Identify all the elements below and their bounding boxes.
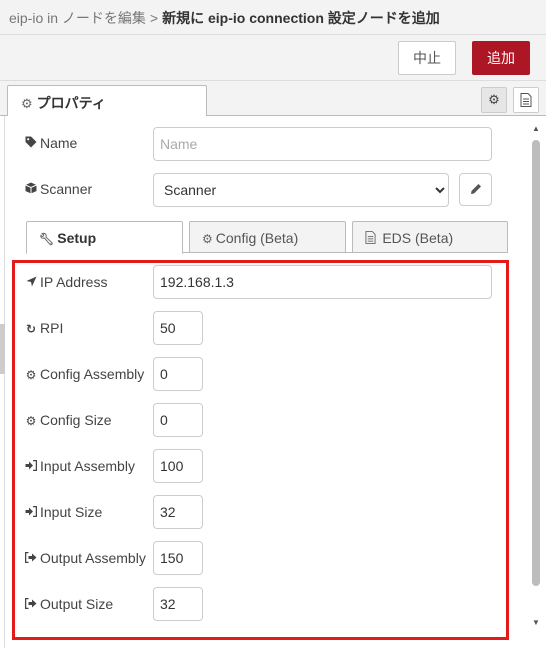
input-assembly-label-text: Input Assembly [40, 458, 135, 474]
cube-icon [24, 182, 38, 197]
output-size-label: Output Size [24, 596, 113, 612]
input-size-input[interactable] [153, 495, 203, 529]
connection-subtabs: 🔧︎ Setup ⚙ Config (Beta) EDS (Beta) [26, 221, 508, 254]
output-size-label-text: Output Size [40, 596, 114, 612]
scanner-select[interactable]: Scanner [153, 173, 449, 207]
ip-address-input[interactable] [153, 265, 492, 299]
document-icon [365, 231, 379, 246]
config-assembly-label-text: Config Assembly [40, 366, 145, 382]
scrollbar-thumb[interactable] [532, 140, 540, 586]
location-arrow-icon [24, 276, 38, 290]
action-bar: 中止 追加 [0, 35, 546, 81]
node-settings-tab-button[interactable]: ⚙ [481, 87, 507, 113]
sign-in-icon [24, 459, 38, 474]
document-icon [520, 93, 532, 107]
output-assembly-input[interactable] [153, 541, 203, 575]
output-assembly-label-text: Output Assembly [40, 550, 146, 566]
tab-properties-label: プロパティ [36, 95, 106, 111]
tab-config-beta[interactable]: ⚙ Config (Beta) [189, 221, 346, 253]
sidebar-resize-handle[interactable] [0, 324, 5, 374]
tag-icon [24, 136, 38, 151]
vertical-scrollbar[interactable]: ▲ ▼ [528, 116, 544, 648]
rpi-input[interactable] [153, 311, 203, 345]
tab-config-label: Config (Beta) [215, 230, 299, 246]
add-button[interactable]: 追加 [472, 41, 530, 75]
rpi-label-text: RPI [40, 320, 64, 336]
output-size-input[interactable] [153, 587, 203, 621]
gear-icon: ⚙ [21, 96, 33, 111]
config-size-label-text: Config Size [40, 412, 112, 428]
refresh-icon: ↻ [25, 322, 37, 336]
gear-icon: ⚙ [25, 368, 37, 382]
ip-address-label-text: IP Address [40, 274, 108, 290]
properties-panel: Name Scanner Scanner 🔧︎Setup ⚙Config (Be… [0, 116, 546, 648]
config-assembly-label: ⚙ Config Assembly [24, 366, 145, 382]
name-label: Name [24, 135, 77, 151]
rpi-label: ↻ RPI [24, 320, 63, 336]
tab-eds-label: EDS (Beta) [382, 230, 454, 246]
gear-icon: ⚙ [25, 414, 37, 428]
setup-highlight-frame [12, 260, 509, 640]
breadcrumb-separator: > [149, 10, 159, 26]
breadcrumb-current: 新規に eip-io connection 設定ノードを追加 [162, 10, 440, 26]
ip-address-label: IP Address [24, 274, 107, 290]
sign-out-icon [24, 597, 38, 612]
editor-title-bar: eip-io in ノードを編集 > 新規に eip-io connection 設… [0, 0, 546, 35]
sign-in-icon [24, 505, 38, 520]
edit-scanner-button[interactable] [459, 173, 492, 206]
config-size-label: ⚙ Config Size [24, 412, 112, 428]
input-assembly-input[interactable] [153, 449, 203, 483]
config-assembly-input[interactable] [153, 357, 203, 391]
tab-setup-label: Setup [57, 230, 97, 246]
sign-out-icon [24, 551, 38, 566]
wrench-icon: 🔧︎ [39, 232, 55, 246]
node-description-tab-button[interactable] [513, 87, 539, 113]
pencil-icon [470, 184, 481, 194]
name-input[interactable] [153, 127, 492, 161]
tab-setup[interactable]: 🔧︎ Setup [26, 221, 183, 254]
name-label-text: Name [40, 135, 78, 151]
panel-left-border [4, 116, 5, 648]
gear-icon: ⚙ [488, 92, 500, 107]
config-size-input[interactable] [153, 403, 203, 437]
gears-icon: ⚙ [202, 232, 213, 246]
input-assembly-label: Input Assembly [24, 458, 135, 474]
scroll-down-arrow-icon[interactable]: ▼ [532, 618, 540, 627]
scroll-up-arrow-icon[interactable]: ▲ [532, 124, 540, 133]
input-size-label-text: Input Size [40, 504, 103, 520]
editor-tab-strip: ⚙ プロパティ ⚙ [0, 81, 546, 117]
output-assembly-label: Output Assembly [24, 550, 146, 566]
tab-properties[interactable]: ⚙ プロパティ [7, 85, 207, 117]
tab-eds-beta[interactable]: EDS (Beta) [352, 221, 508, 253]
input-size-label: Input Size [24, 504, 102, 520]
cancel-button[interactable]: 中止 [398, 41, 456, 75]
scanner-label: Scanner [24, 181, 92, 197]
breadcrumb-parent[interactable]: eip-io in ノードを編集 [9, 10, 146, 26]
scanner-label-text: Scanner [40, 181, 93, 197]
